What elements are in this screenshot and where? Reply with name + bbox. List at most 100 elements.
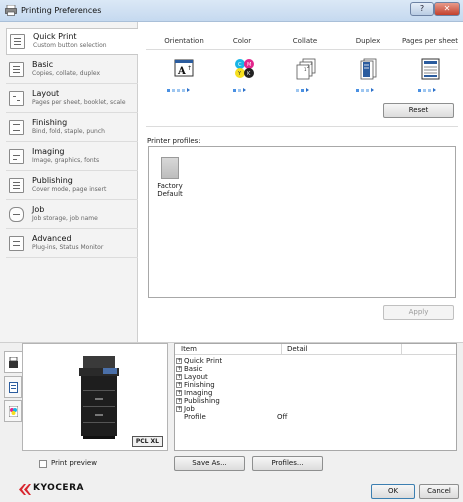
profile-factory-default[interactable]: Factory Default <box>155 157 185 198</box>
table-row[interactable]: + Quick Print <box>175 357 456 365</box>
orientation-button[interactable]: A ↑ <box>174 58 194 78</box>
expand-icon[interactable]: + <box>176 358 182 364</box>
table-header: Item Detail <box>175 344 456 355</box>
sidebar-item-sub: Image, graphics, fonts <box>32 157 100 164</box>
print-preview-checkbox[interactable] <box>39 460 47 468</box>
printer-profiles-list[interactable]: Factory Default <box>148 146 456 298</box>
apply-button[interactable]: Apply <box>383 305 454 320</box>
expand-icon[interactable]: + <box>176 406 182 412</box>
quick-print-icon <box>10 34 25 49</box>
expand-icon[interactable]: + <box>176 390 182 396</box>
color-options-indicator[interactable] <box>233 86 246 92</box>
settings-summary-table[interactable]: Item Detail + Quick Print + Basic + Layout … <box>174 343 457 451</box>
advanced-icon <box>9 236 24 251</box>
table-row[interactable]: + Job <box>175 405 456 413</box>
table-row[interactable]: + Imaging <box>175 389 456 397</box>
table-row[interactable]: + Finishing <box>175 381 456 389</box>
sidebar-item-label: Imaging <box>32 147 65 156</box>
sidebar-item-quick-print[interactable]: Quick Print Custom button selection <box>6 28 138 55</box>
kyocera-logo-icon <box>19 484 31 495</box>
mfp-printer-image <box>79 356 119 439</box>
sidebar-item-sub: Plug-ins, Status Monitor <box>32 244 104 251</box>
cmyk-icon: C M Y K <box>235 59 254 78</box>
reset-button[interactable]: Reset <box>383 103 454 118</box>
sidebar-item-imaging[interactable]: Imaging Image, graphics, fonts <box>6 144 138 171</box>
collate-button[interactable]: 3 2 1 <box>295 58 316 80</box>
table-row[interactable]: Profile Off <box>175 413 456 421</box>
sidebar-item-sub: Custom button selection <box>33 42 107 49</box>
orientation-options-indicator[interactable] <box>167 86 190 92</box>
profiles-button[interactable]: Profiles... <box>252 456 323 471</box>
expand-icon[interactable]: + <box>176 366 182 372</box>
sidebar-item-finishing[interactable]: Finishing Bind, fold, staple, punch <box>6 115 138 142</box>
ok-button[interactable]: OK <box>371 484 415 499</box>
layout-icon <box>9 91 24 106</box>
sidebar-item-sub: Job storage, job name <box>32 215 98 222</box>
portrait-page-icon: A ↑ <box>174 59 194 77</box>
color-button[interactable]: C M Y K <box>234 58 254 78</box>
sidebar-item-label: Publishing <box>32 176 73 185</box>
finishing-icon <box>9 120 24 135</box>
expand-icon[interactable]: + <box>176 382 182 388</box>
collate-icon: 3 2 1 <box>296 58 316 80</box>
page-icon <box>9 382 18 393</box>
pages-per-sheet-icon <box>421 58 440 80</box>
color-icon <box>9 406 18 417</box>
profile-name-line1: Factory <box>157 182 183 190</box>
tab-printer-view[interactable] <box>4 351 22 373</box>
expand-icon[interactable]: + <box>176 398 182 404</box>
duplex-options-indicator[interactable] <box>356 86 374 92</box>
basic-icon <box>9 62 24 77</box>
publishing-icon <box>9 178 24 193</box>
duplex-icon <box>360 58 377 80</box>
save-as-button[interactable]: Save As... <box>174 456 245 471</box>
sidebar: Quick Print Custom button selection Basi… <box>0 22 138 342</box>
sidebar-item-sub: Bind, fold, staple, punch <box>32 128 105 135</box>
collate-options-indicator[interactable] <box>296 86 309 92</box>
sidebar-item-advanced[interactable]: Advanced Plug-ins, Status Monitor <box>6 231 138 258</box>
sidebar-item-label: Advanced <box>32 234 72 243</box>
divider <box>146 49 458 50</box>
sidebar-item-label: Job <box>32 205 45 214</box>
column-header-detail: Detail <box>287 345 308 353</box>
sidebar-item-layout[interactable]: Layout Pages per sheet, booklet, scale <box>6 86 138 113</box>
kyocera-logo-text: KYOCERA <box>33 483 84 493</box>
printer-app-icon <box>5 5 17 16</box>
sidebar-item-label: Layout <box>32 89 60 98</box>
print-preview-label: Print preview <box>51 459 97 467</box>
table-row[interactable]: + Layout <box>175 373 456 381</box>
pages-per-sheet-options-indicator[interactable] <box>418 86 436 92</box>
column-header-orientation: Orientation <box>164 37 204 45</box>
sidebar-item-job[interactable]: Job Job storage, job name <box>6 202 138 229</box>
sidebar-item-publishing[interactable]: Publishing Cover mode, page insert <box>6 173 138 200</box>
tab-page-view[interactable] <box>4 376 22 398</box>
help-button[interactable]: ? <box>410 2 434 16</box>
pcl-xl-badge: PCL XL <box>131 436 163 447</box>
printer-icon <box>9 357 18 368</box>
column-header-item: Item <box>181 345 197 353</box>
tab-color-view[interactable] <box>4 400 22 422</box>
table-row[interactable]: + Publishing <box>175 397 456 405</box>
sidebar-item-sub: Copies, collate, duplex <box>32 70 101 77</box>
job-icon <box>9 207 24 222</box>
sidebar-item-label: Quick Print <box>33 32 77 41</box>
svg-text:C: C <box>238 62 242 68</box>
sidebar-item-label: Finishing <box>32 118 68 127</box>
close-button[interactable]: ✕ <box>434 2 460 16</box>
expand-icon[interactable]: + <box>176 374 182 380</box>
profile-document-icon <box>161 157 179 179</box>
duplex-button[interactable] <box>358 58 378 80</box>
imaging-icon <box>9 149 24 164</box>
cancel-button[interactable]: Cancel <box>419 484 459 499</box>
bottom-pane: PCL XL Item Detail + Quick Print + Basic +… <box>0 342 463 502</box>
profile-name-line2: Default <box>157 190 183 198</box>
sidebar-item-basic[interactable]: Basic Copies, collate, duplex <box>6 57 138 84</box>
sidebar-item-sub: Cover mode, page insert <box>32 186 107 193</box>
column-header-color: Color <box>232 37 252 45</box>
column-header-pages-per-sheet: Pages per sheet <box>401 37 459 45</box>
printer-preview: PCL XL <box>22 343 168 451</box>
pages-per-sheet-button[interactable] <box>420 58 440 80</box>
printer-profiles-label: Printer profiles: <box>147 137 201 145</box>
quick-print-panel: Orientation Color Collate Duplex Pages p… <box>138 22 463 342</box>
table-row[interactable]: + Basic <box>175 365 456 373</box>
